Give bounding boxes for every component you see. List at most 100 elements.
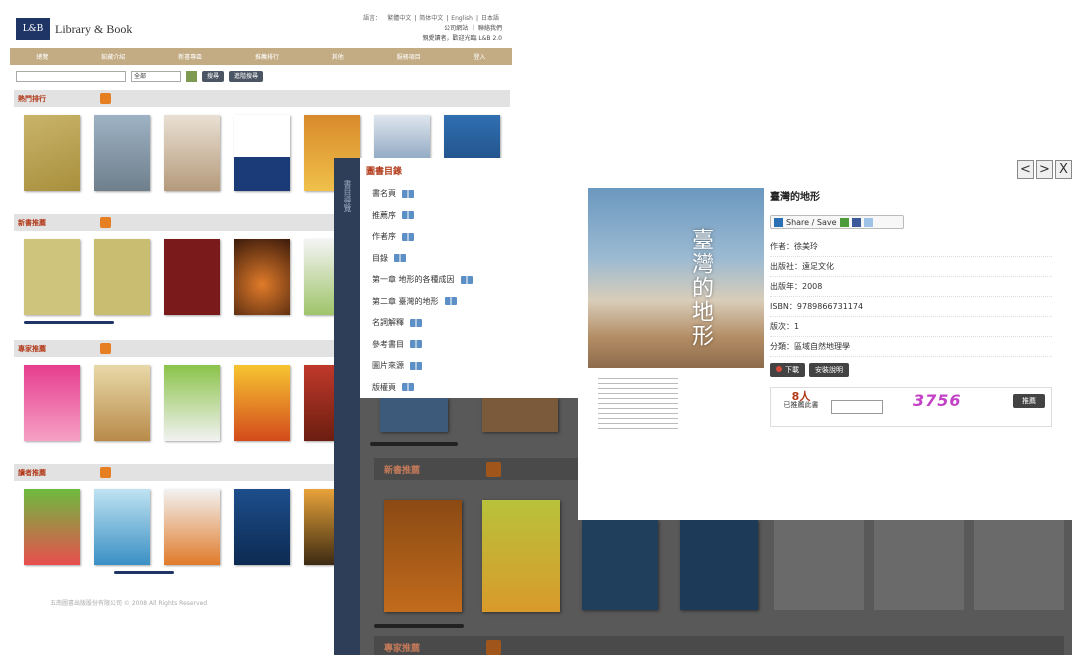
- toc-item-label[interactable]: 參考書目: [372, 339, 404, 350]
- nav-item-login[interactable]: 登入: [473, 52, 485, 61]
- rss-icon[interactable]: [100, 217, 111, 228]
- book-cover[interactable]: [380, 398, 448, 432]
- carousel-scrollbar[interactable]: [370, 442, 458, 446]
- toc-item[interactable]: 第一章 地形的各種成因: [372, 269, 578, 291]
- nav-item-services[interactable]: 服務項目: [397, 52, 421, 61]
- previous-button[interactable]: <: [1017, 160, 1034, 179]
- toc-item[interactable]: 版權頁: [372, 377, 578, 399]
- nav-item-overview[interactable]: 總覽: [36, 52, 48, 61]
- rss-icon[interactable]: [486, 461, 501, 477]
- open-book-icon[interactable]: [444, 297, 457, 306]
- carousel-scrollbar[interactable]: [114, 571, 174, 574]
- toc-item-label[interactable]: 名詞解釋: [372, 317, 404, 328]
- nav-item-ranking[interactable]: 推薦排行: [255, 52, 279, 61]
- toc-item[interactable]: 推薦序: [372, 205, 578, 227]
- open-book-icon[interactable]: [402, 211, 414, 220]
- book-cover[interactable]: [234, 489, 290, 565]
- toc-item[interactable]: 圖片來源: [372, 355, 578, 377]
- open-book-icon[interactable]: [410, 361, 422, 370]
- lang-zh-cn[interactable]: 简体中文: [419, 15, 443, 22]
- facebook-icon[interactable]: [851, 217, 861, 227]
- toc-item-label[interactable]: 書名頁: [372, 188, 396, 199]
- side-tab-label[interactable]: 書目導覽: [342, 180, 353, 212]
- nav-item-collection[interactable]: 館藏介紹: [101, 52, 125, 61]
- toc-item[interactable]: 書名頁: [372, 183, 578, 205]
- search-input[interactable]: [16, 71, 126, 82]
- toc-item[interactable]: 參考書目: [372, 334, 578, 356]
- share-save-widget[interactable]: Share / Save: [770, 215, 904, 229]
- book-cover[interactable]: [24, 489, 80, 565]
- book-cover[interactable]: [482, 398, 558, 432]
- toc-item-label[interactable]: 作者序: [372, 231, 396, 242]
- next-button[interactable]: >: [1036, 160, 1053, 179]
- book-cover[interactable]: [384, 500, 462, 612]
- book-cover[interactable]: [582, 520, 658, 610]
- lang-zh-tw[interactable]: 繁體中文: [387, 15, 411, 22]
- close-button[interactable]: X: [1055, 160, 1072, 179]
- toc-item-label[interactable]: 版權頁: [372, 382, 396, 393]
- open-book-icon[interactable]: [402, 232, 414, 241]
- search-button[interactable]: 搜尋: [202, 71, 225, 82]
- book-cover[interactable]: [94, 365, 150, 441]
- book-cover[interactable]: [24, 365, 80, 441]
- rss-icon[interactable]: [486, 639, 501, 655]
- book-cover[interactable]: [234, 365, 290, 441]
- rss-icon[interactable]: [100, 343, 111, 354]
- nav-item-other[interactable]: 其他: [332, 52, 344, 61]
- section-title[interactable]: 專家推薦: [384, 641, 484, 654]
- open-book-icon[interactable]: [410, 340, 422, 349]
- book-cover[interactable]: [680, 520, 758, 610]
- section-title[interactable]: 新書推薦: [18, 218, 98, 228]
- book-cover[interactable]: [94, 489, 150, 565]
- share-service-icon[interactable]: [863, 217, 873, 227]
- book-cover[interactable]: [94, 239, 150, 315]
- site-logo[interactable]: L&B Library & Book: [16, 18, 132, 40]
- section-title[interactable]: 專家推薦: [18, 344, 98, 354]
- section-title[interactable]: 讀者推薦: [18, 468, 98, 478]
- open-book-icon[interactable]: [410, 318, 422, 327]
- open-book-icon[interactable]: [402, 383, 414, 392]
- book-cover[interactable]: [164, 365, 220, 441]
- book-cover[interactable]: [164, 239, 220, 315]
- open-book-icon[interactable]: [460, 275, 473, 284]
- toc-item[interactable]: 目錄: [372, 248, 578, 270]
- install-guide-button[interactable]: 安裝說明: [809, 363, 849, 377]
- nav-item-new[interactable]: 新書專區: [178, 52, 202, 61]
- book-cover[interactable]: [24, 239, 80, 315]
- rss-icon[interactable]: [100, 467, 111, 478]
- share-service-icon[interactable]: [839, 217, 849, 227]
- section-title[interactable]: 熱門排行: [18, 94, 98, 104]
- carousel-scrollbar[interactable]: [24, 321, 114, 324]
- rss-icon[interactable]: [100, 93, 111, 104]
- share-label[interactable]: Share / Save: [786, 218, 837, 227]
- section-title[interactable]: 新書推薦: [384, 463, 484, 476]
- toc-item-label[interactable]: 第一章 地形的各種成因: [372, 274, 455, 285]
- toc-item-label[interactable]: 推薦序: [372, 210, 396, 221]
- toc-item-label[interactable]: 圖片來源: [372, 360, 404, 371]
- book-cover[interactable]: [482, 500, 560, 612]
- book-cover[interactable]: [94, 115, 150, 191]
- toc-item-label[interactable]: 目錄: [372, 253, 388, 264]
- select-arrow-icon[interactable]: [186, 71, 197, 82]
- toc-item[interactable]: 第二章 臺灣的地形: [372, 291, 578, 313]
- book-cover[interactable]: [164, 489, 220, 565]
- download-button[interactable]: 下載: [770, 363, 805, 377]
- company-links[interactable]: 公司網站 ｜ 聯絡我們: [360, 24, 502, 34]
- advanced-search-button[interactable]: 進階搜尋: [229, 71, 264, 82]
- book-cover[interactable]: [234, 115, 290, 191]
- book-cover[interactable]: [164, 115, 220, 191]
- carousel-scrollbar[interactable]: [374, 624, 464, 628]
- book-cover-large[interactable]: 臺灣的地形: [588, 188, 764, 438]
- book-cover[interactable]: [234, 239, 290, 315]
- toc-item[interactable]: 名詞解釋: [372, 312, 578, 334]
- search-scope-select[interactable]: 全部: [131, 71, 181, 82]
- captcha-input[interactable]: [831, 400, 883, 414]
- toc-item-label[interactable]: 第二章 臺灣的地形: [372, 296, 439, 307]
- lang-ja[interactable]: 日本語: [481, 15, 499, 22]
- book-cover[interactable]: [24, 115, 80, 191]
- lang-en[interactable]: English: [451, 15, 473, 22]
- open-book-icon[interactable]: [402, 189, 414, 198]
- recommend-button[interactable]: 推薦: [1013, 394, 1045, 408]
- toc-item[interactable]: 作者序: [372, 226, 578, 248]
- open-book-icon[interactable]: [394, 254, 406, 263]
